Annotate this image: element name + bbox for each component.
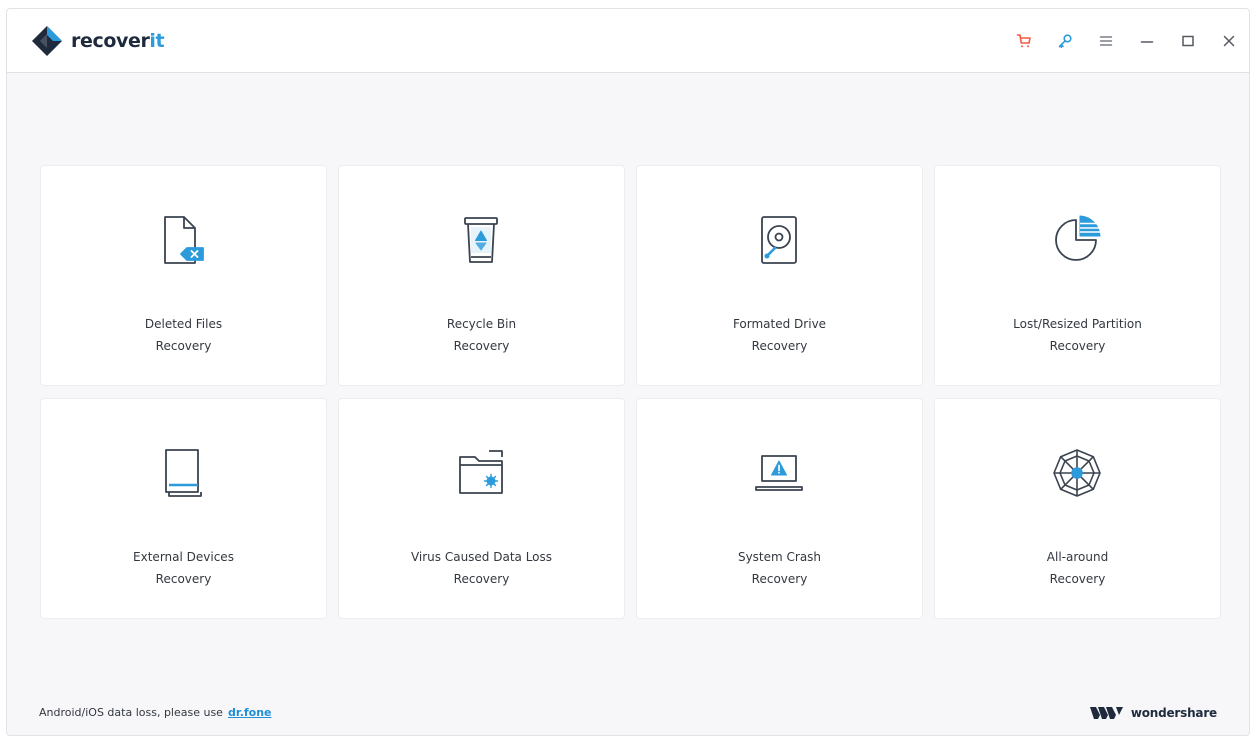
partition-pie-icon (1055, 215, 1101, 261)
app-window: recoverit Deleted Files Recovery Recycle… (6, 8, 1250, 736)
app-name: recoverit (71, 30, 165, 52)
close-button[interactable] (1217, 29, 1241, 53)
card-label: Lost/Resized Partition Recovery (1013, 317, 1142, 353)
cart-button[interactable] (1012, 29, 1036, 53)
maximize-icon (1182, 35, 1194, 47)
maximize-button[interactable] (1176, 29, 1200, 53)
card-label: Recycle Bin Recovery (446, 317, 517, 353)
card-label: Deleted Files Recovery (144, 317, 223, 353)
register-key-button[interactable] (1053, 29, 1077, 53)
card-label: External Devices Recovery (133, 550, 234, 586)
key-icon (1058, 34, 1072, 48)
wondershare-logo-icon (1089, 707, 1123, 719)
menu-icon (1099, 36, 1113, 46)
card-virus-caused-data-loss-recovery[interactable]: Virus Caused Data Loss Recovery (339, 399, 624, 618)
minimize-icon (1140, 41, 1154, 43)
card-label: System Crash Recovery (737, 550, 822, 586)
drfone-link[interactable]: dr.fone (228, 706, 272, 719)
recovery-mode-grid: Deleted Files Recovery Recycle Bin Recov… (41, 166, 1222, 618)
external-device-icon (165, 449, 202, 497)
wondershare-brand: wondershare (1089, 704, 1217, 722)
minimize-button[interactable] (1135, 29, 1159, 53)
card-label: Virus Caused Data Loss Recovery (410, 550, 553, 586)
virus-folder-icon (459, 450, 503, 494)
card-formated-drive-recovery[interactable]: Formated Drive Recovery (637, 166, 922, 385)
system-crash-laptop-icon (755, 455, 803, 491)
card-external-devices-recovery[interactable]: External Devices Recovery (41, 399, 326, 618)
mobile-recovery-note: Android/iOS data loss, please use dr.fone (39, 706, 272, 719)
hard-drive-icon (761, 216, 797, 264)
menu-button[interactable] (1094, 29, 1118, 53)
company-name: wondershare (1130, 706, 1217, 720)
shopping-cart-icon (1016, 34, 1031, 48)
deleted-file-icon (164, 216, 204, 264)
card-lost-resized-partition-recovery[interactable]: Lost/Resized Partition Recovery (935, 166, 1220, 385)
mobile-note-text: Android/iOS data loss, please use (39, 706, 223, 719)
card-label: All-around Recovery (1046, 550, 1109, 586)
recoverit-logo-icon (32, 26, 62, 56)
card-deleted-files-recovery[interactable]: Deleted Files Recovery (41, 166, 326, 385)
title-bar: recoverit (7, 9, 1249, 73)
card-label: Formated Drive Recovery (732, 317, 827, 353)
recycle-bin-icon (464, 217, 498, 263)
brand: recoverit (31, 25, 165, 57)
close-icon (1223, 35, 1235, 47)
card-all-around-recovery[interactable]: All-around Recovery (935, 399, 1220, 618)
all-around-wheel-icon (1053, 449, 1101, 497)
card-system-crash-recovery[interactable]: System Crash Recovery (637, 399, 922, 618)
window-controls (995, 29, 1241, 53)
card-recycle-bin-recovery[interactable]: Recycle Bin Recovery (339, 166, 624, 385)
